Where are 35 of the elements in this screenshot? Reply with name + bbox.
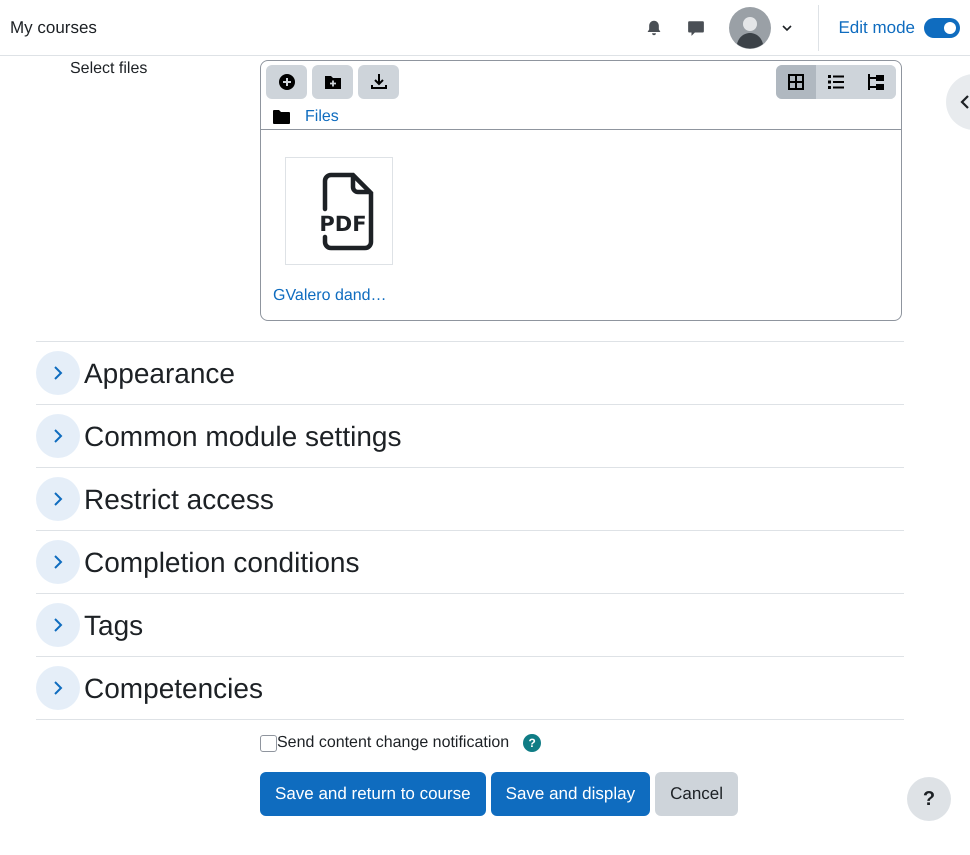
avatar[interactable] [729,6,772,48]
section-heading[interactable]: Completion conditions [84,547,360,579]
folder-link[interactable]: Files [305,108,339,126]
toggle-label: Edit mode [838,18,915,38]
download-icon [370,73,388,91]
page-title[interactable]: My courses [10,18,97,38]
checkbox-label: Send content change notification [277,734,510,752]
form-button[interactable]: Cancel [655,772,738,816]
section-heading[interactable]: Competencies [84,673,263,705]
section-heading[interactable]: Common module settings [84,421,402,453]
help-icon[interactable]: ? [523,734,542,752]
help-button[interactable]: ? [907,777,951,821]
section-heading[interactable]: Restrict access [84,484,274,516]
chevron-left-icon [960,95,970,109]
list-icon [827,73,845,91]
tree-icon [867,73,885,91]
section-heading[interactable]: Tags [84,610,144,642]
add-file-button[interactable] [266,65,307,99]
checkbox[interactable] [260,734,277,752]
field-label: Select files [70,60,148,79]
view-icons-button[interactable] [776,65,816,99]
form-button[interactable]: Save and return to course [260,772,486,816]
file-thumbnail[interactable]: PDF [285,157,393,265]
add-file-icon [278,73,296,91]
bell-icon[interactable] [645,18,664,36]
edit-mode-toggle[interactable] [924,18,960,38]
folder-icon [273,110,290,124]
file-name-link[interactable]: GValero dand… [273,287,387,305]
chat-bubble-icon[interactable] [687,18,706,36]
form-button[interactable]: Save and display [490,772,650,816]
download-button[interactable] [358,65,399,99]
new-folder-button[interactable] [312,65,353,99]
grid-icon [787,73,805,91]
new-folder-icon [324,73,342,91]
section-heading[interactable]: Appearance [84,358,236,390]
